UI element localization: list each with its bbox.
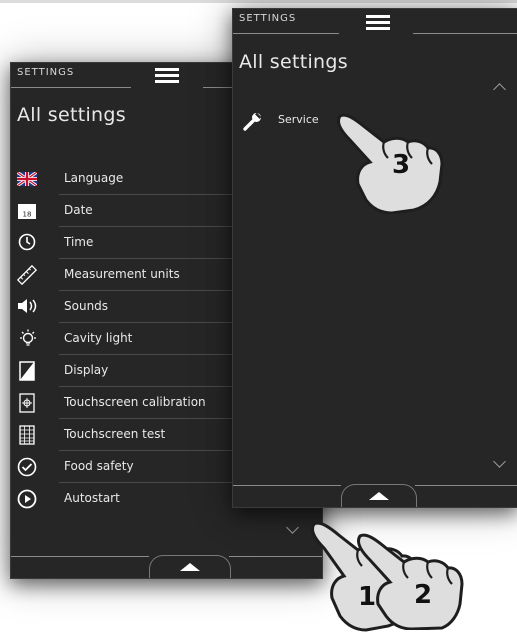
breadcrumb: SETTINGS bbox=[239, 13, 297, 24]
wrench-icon bbox=[243, 111, 263, 131]
play-circle-icon bbox=[17, 489, 37, 509]
grid-icon bbox=[17, 425, 37, 445]
speaker-icon bbox=[17, 297, 37, 317]
footer-line-right bbox=[415, 485, 517, 486]
scroll-down-chevron-icon[interactable] bbox=[493, 455, 507, 469]
list-item-label: Measurement units bbox=[64, 267, 180, 281]
top-border bbox=[0, 0, 517, 3]
list-item-label: Touchscreen calibration bbox=[64, 395, 206, 409]
list-item-label: Food safety bbox=[64, 459, 134, 473]
list-item-label: Service bbox=[278, 113, 319, 126]
breadcrumb: SETTINGS bbox=[17, 67, 75, 78]
calendar-icon: 18 bbox=[17, 201, 37, 221]
footer-line-left bbox=[11, 556, 149, 557]
hamburger-menu-icon[interactable] bbox=[366, 15, 390, 31]
header-line-left bbox=[233, 33, 339, 34]
check-circle-icon bbox=[17, 457, 37, 477]
list-item-label: Date bbox=[64, 203, 93, 217]
list-item-label: Display bbox=[64, 363, 109, 377]
settings-screen-service: SETTINGS All settings Service bbox=[232, 8, 517, 508]
triangle-up-icon bbox=[180, 563, 200, 571]
gesture-step-3-label: 3 bbox=[392, 150, 411, 180]
expand-panel-button[interactable] bbox=[341, 484, 417, 507]
footer-line-right bbox=[229, 556, 322, 557]
scroll-up-chevron-icon[interactable] bbox=[493, 79, 507, 93]
scroll-down-chevron-icon[interactable] bbox=[286, 521, 300, 535]
page-title: All settings bbox=[239, 51, 348, 73]
list-item-label: Autostart bbox=[64, 491, 120, 505]
page-title: All settings bbox=[17, 104, 126, 126]
list-item-label: Touchscreen test bbox=[64, 427, 166, 441]
expand-panel-button[interactable] bbox=[149, 555, 231, 578]
calendar-day: 18 bbox=[23, 211, 32, 219]
list-item-label: Time bbox=[64, 235, 94, 249]
list-item-label: Cavity light bbox=[64, 331, 133, 345]
hamburger-menu-icon[interactable] bbox=[155, 68, 179, 84]
display-icon bbox=[17, 361, 37, 381]
list-item-label: Language bbox=[64, 171, 124, 185]
uk-flag-icon bbox=[16, 169, 38, 189]
gesture-step-2-label: 2 bbox=[414, 580, 433, 610]
calibration-icon bbox=[17, 393, 37, 413]
pointing-hand-icon-step-2: 2 bbox=[356, 532, 466, 630]
light-bulb-icon bbox=[17, 329, 37, 349]
ruler-icon bbox=[16, 264, 38, 286]
list-item-label: Sounds bbox=[64, 299, 109, 313]
header-line-left bbox=[11, 87, 131, 88]
footer-line-left bbox=[233, 485, 341, 486]
header-line-right bbox=[413, 33, 517, 34]
pointing-hand-icon-step-3: 3 bbox=[336, 112, 446, 214]
clock-icon bbox=[17, 233, 37, 253]
triangle-up-icon bbox=[369, 492, 389, 500]
